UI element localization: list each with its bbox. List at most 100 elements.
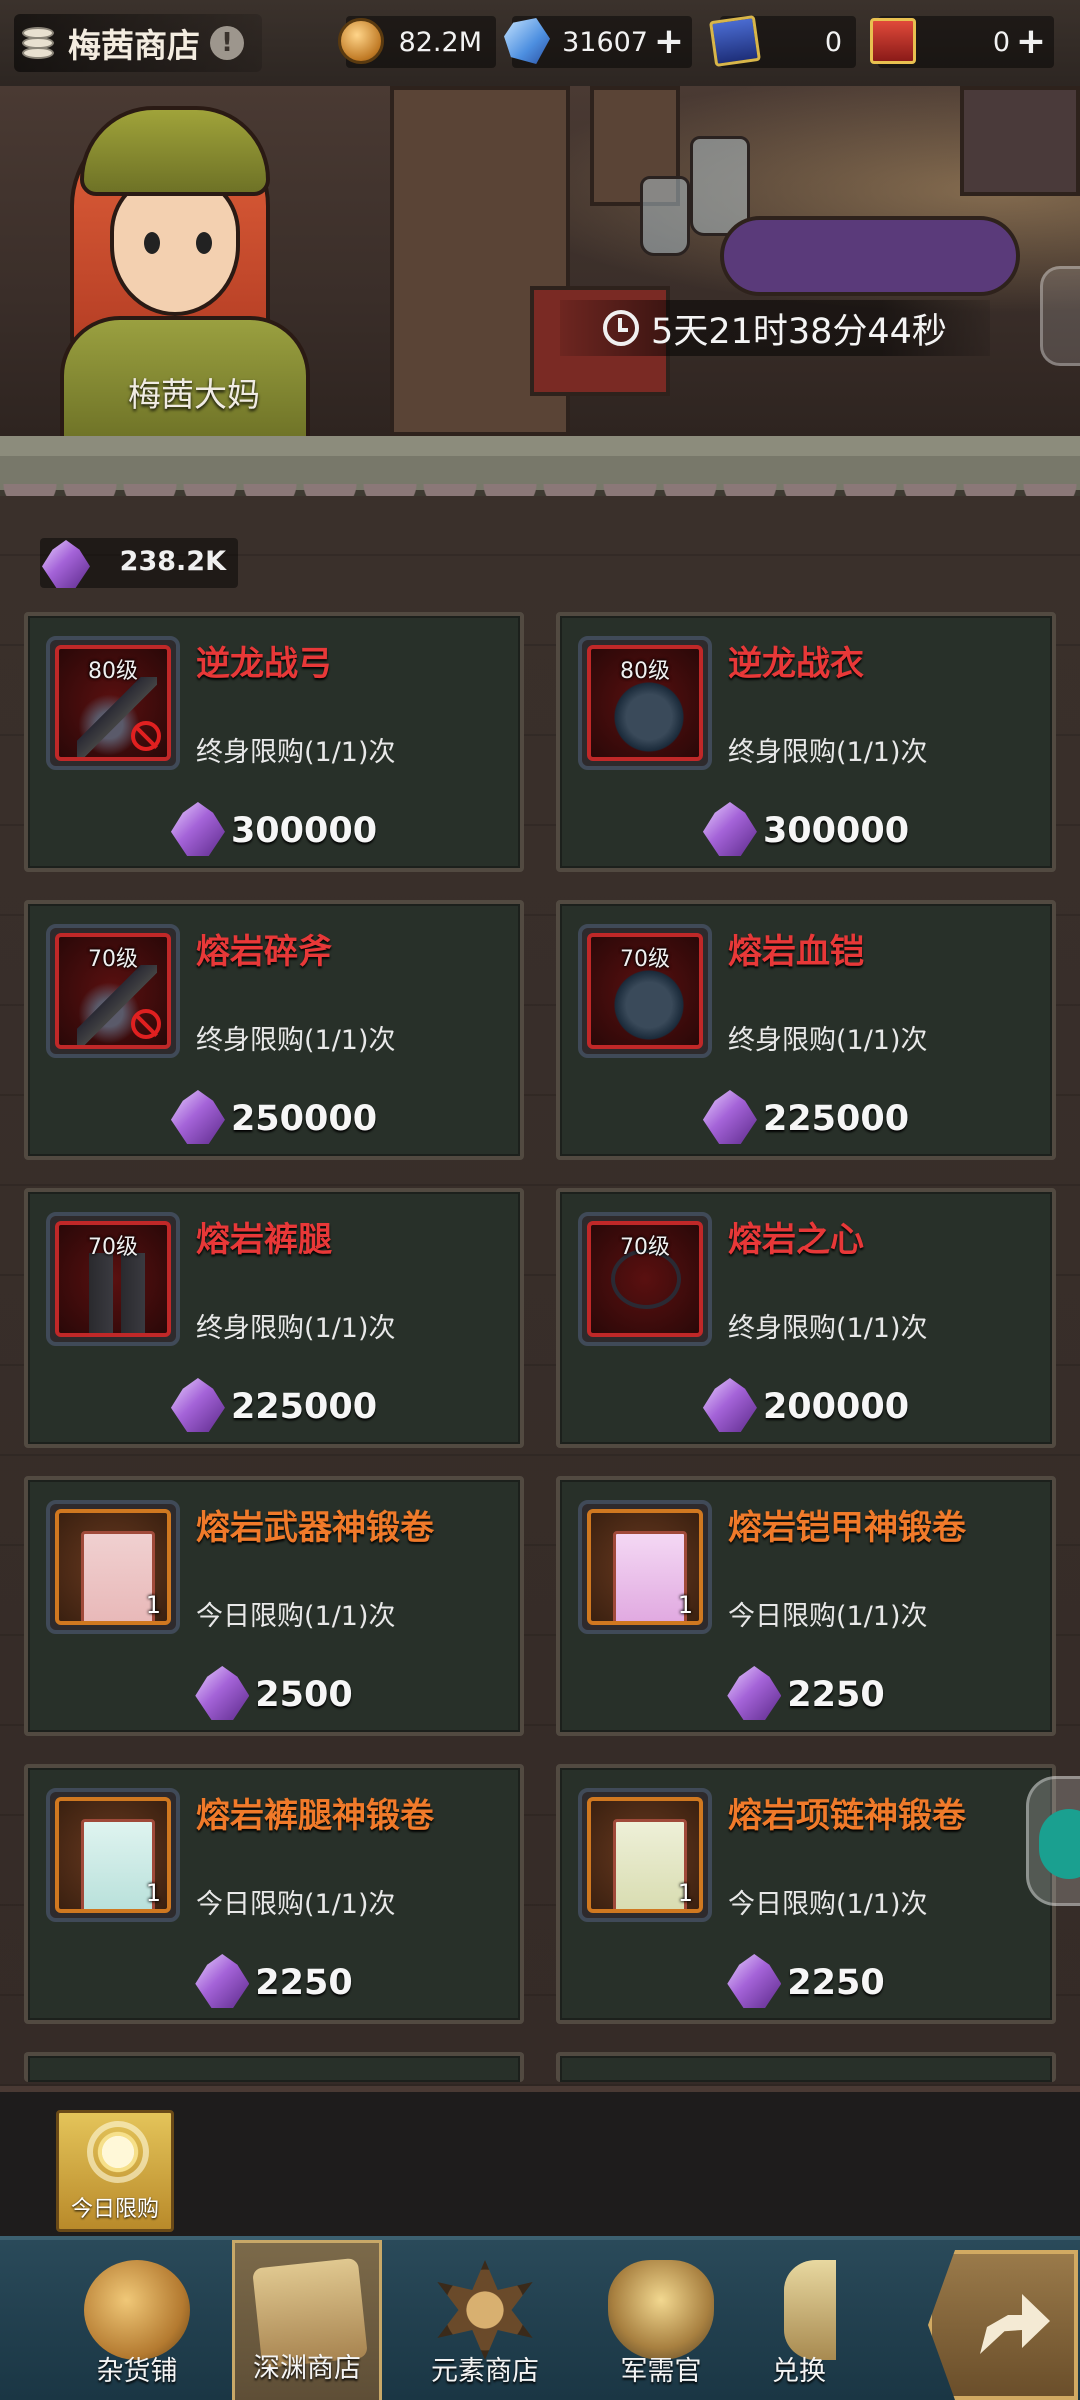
purple-gem-icon	[702, 1378, 757, 1432]
unavailable-icon	[131, 721, 161, 751]
item-icon-frame[interactable]: 70级	[578, 1212, 712, 1346]
item-name: 熔岩铠甲神锻卷	[728, 1508, 966, 1548]
top-bar: 梅茜商店 ! 82.2M 31607 + 0 0 +	[0, 0, 1080, 86]
purchase-limit: 今日限购(1/1)次	[728, 1601, 928, 1632]
item-price[interactable]: 2500	[28, 1666, 520, 1720]
item-art-icon	[81, 1819, 155, 1909]
npc-cap	[80, 106, 270, 196]
purchase-limit: 终身限购(1/1)次	[196, 1313, 396, 1344]
share-arrow-icon	[980, 2294, 1050, 2354]
item-price[interactable]: 200000	[560, 1378, 1052, 1432]
nav-tab-coins[interactable]: 杂货铺	[62, 2240, 212, 2400]
price-value: 2250	[787, 1675, 885, 1715]
npc-name: 梅茜大妈	[128, 375, 260, 414]
unavailable-icon	[131, 1009, 161, 1039]
add-blue-crystal-button[interactable]: +	[654, 16, 684, 68]
gold-coin-value: 82.2M	[398, 26, 482, 58]
item-price[interactable]: 300000	[560, 802, 1052, 856]
item-icon-frame[interactable]: 1	[46, 1788, 180, 1922]
purple-gem-icon	[170, 802, 225, 856]
shop-item-card[interactable]: 70级 熔岩血铠 终身限购(1/1)次 225000	[556, 900, 1056, 1160]
npc-face	[110, 176, 240, 316]
item-icon-frame[interactable]: 70级	[46, 1212, 180, 1346]
gold-card-counter: 0 +	[870, 16, 1054, 68]
item-icon: 80级	[587, 645, 703, 761]
item-icon-frame[interactable]: 1	[46, 1500, 180, 1634]
purchase-limit: 终身限购(1/1)次	[196, 1025, 396, 1056]
item-price[interactable]: 300000	[28, 802, 520, 856]
shop-item-card[interactable]: 70级 熔岩碎斧 终身限购(1/1)次 250000	[24, 900, 524, 1160]
nav-tab-element[interactable]: 元素商店	[410, 2240, 560, 2400]
shop-title: 梅茜商店	[68, 26, 200, 65]
nav-tab-label: 军需官	[620, 2356, 702, 2387]
info-icon[interactable]: !	[210, 26, 244, 60]
potion-shelf	[960, 86, 1080, 196]
item-icon-frame[interactable]: 70级	[578, 924, 712, 1058]
shop-item-card[interactable]: 80级 逆龙战弓 终身限购(1/1)次 300000	[24, 612, 524, 872]
purple-gem-icon	[702, 802, 757, 856]
purple-gem-icon	[727, 1954, 782, 2008]
price-value: 2250	[787, 1963, 885, 2003]
item-icon-frame[interactable]: 80级	[578, 636, 712, 770]
price-value: 300000	[762, 811, 910, 851]
share-button[interactable]	[928, 2250, 1078, 2400]
item-icon-frame[interactable]: 70级	[46, 924, 180, 1058]
item-icon-frame[interactable]: 1	[578, 1788, 712, 1922]
item-icon: 70级	[587, 933, 703, 1049]
gold-card-icon	[870, 18, 916, 64]
gem-balance: 238.2K	[40, 538, 238, 588]
timer-text: 5天21时38分44秒	[651, 311, 947, 352]
shop-item-card[interactable]: 1 熔岩裤腿神锻卷 今日限购(1/1)次 2250	[24, 1764, 524, 2024]
item-icon: 1	[587, 1797, 703, 1913]
shop-item-card[interactable]: 1 熔岩武器神锻卷 今日限购(1/1)次 2500	[24, 1476, 524, 1736]
item-price[interactable]: 2250	[28, 1954, 520, 2008]
purple-gem-icon	[170, 1090, 225, 1144]
nav-tab-exchange[interactable]: 兑换	[762, 2240, 836, 2400]
item-name: 熔岩裤腿	[196, 1220, 332, 1260]
item-icon-frame[interactable]: 80级	[46, 636, 180, 770]
item-price[interactable]: 250000	[28, 1090, 520, 1144]
item-name: 逆龙战弓	[196, 644, 332, 684]
shop-item-card-partial[interactable]	[24, 2052, 524, 2082]
item-price[interactable]: 2250	[560, 1666, 1052, 1720]
nav-tab-quarter[interactable]: 军需官	[586, 2240, 736, 2400]
shop-item-card[interactable]: 80级 逆龙战衣 终身限购(1/1)次 300000	[556, 612, 1056, 872]
item-icon-frame[interactable]: 1	[578, 1500, 712, 1634]
item-price[interactable]: 225000	[28, 1378, 520, 1432]
item-level: 70级	[88, 1235, 138, 1260]
gold-coin-counter: 82.2M	[338, 16, 496, 68]
price-value: 225000	[762, 1099, 910, 1139]
item-art-icon	[613, 1819, 687, 1909]
item-quantity: 1	[145, 1591, 161, 1619]
item-name: 熔岩项链神锻卷	[728, 1796, 966, 1836]
side-tab-handle[interactable]	[1040, 266, 1080, 366]
item-price[interactable]: 2250	[560, 1954, 1052, 2008]
nav-tab-abyss[interactable]: 深渊商店	[232, 2240, 382, 2400]
item-icon: 1	[55, 1509, 171, 1625]
element-icon	[437, 2260, 533, 2360]
purchase-limit: 终身限购(1/1)次	[728, 1313, 928, 1344]
shop-item-card[interactable]: 70级 熔岩裤腿 终身限购(1/1)次 225000	[24, 1188, 524, 1448]
floating-tool-button[interactable]	[1026, 1776, 1080, 1906]
shop-item-card[interactable]: 1 熔岩项链神锻卷 今日限购(1/1)次 2250	[556, 1764, 1056, 2024]
price-value: 300000	[230, 811, 378, 851]
shop-item-card[interactable]: 1 熔岩铠甲神锻卷 今日限购(1/1)次 2250	[556, 1476, 1056, 1736]
blue-crystal-counter: 31607 +	[504, 16, 692, 68]
ticket-card-icon	[709, 15, 761, 67]
purple-gem-icon	[702, 1090, 757, 1144]
nav-tab-label: 杂货铺	[96, 2356, 178, 2387]
add-gold-card-button[interactable]: +	[1016, 16, 1046, 68]
clock-icon	[603, 310, 640, 346]
item-art-icon	[609, 677, 689, 757]
blue-crystal-value: 31607	[562, 26, 648, 58]
item-price[interactable]: 225000	[560, 1090, 1052, 1144]
shop-item-card-partial[interactable]	[556, 2052, 1056, 2082]
sun-icon	[93, 2127, 143, 2177]
item-level: 70级	[620, 1235, 670, 1260]
nav-tab-label: 深渊商店	[253, 2353, 361, 2384]
daily-limit-button[interactable]: 今日限购	[56, 2110, 174, 2232]
item-name: 熔岩武器神锻卷	[196, 1508, 434, 1548]
shop-item-card[interactable]: 70级 熔岩之心 终身限购(1/1)次 200000	[556, 1188, 1056, 1448]
bottom-nav: 兑换 军需官 元素商店 深渊商店 杂货铺	[0, 2236, 1080, 2400]
item-name: 熔岩碎斧	[196, 932, 332, 972]
